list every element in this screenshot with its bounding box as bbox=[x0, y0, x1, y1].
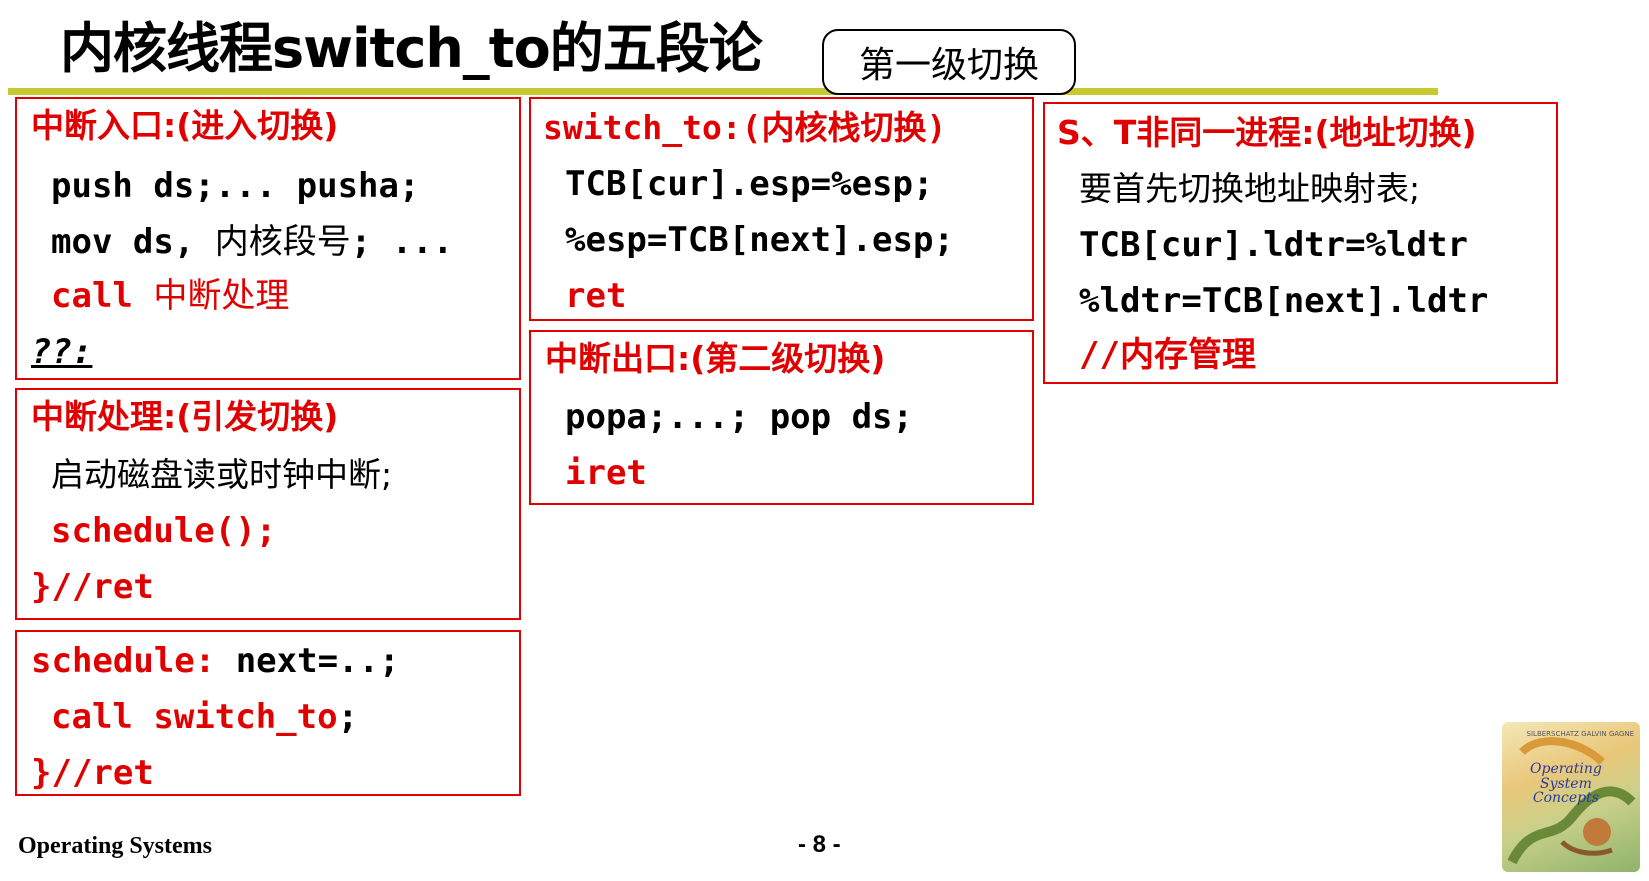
callout-first-level-switch: 第一级切换 bbox=[822, 29, 1076, 95]
schedule-line-3: }//ret bbox=[31, 753, 154, 793]
interrupt-entry-line-3: call 中断处理 bbox=[51, 276, 290, 316]
switch-to-line-2: %esp=TCB[next].esp; bbox=[565, 220, 954, 260]
slide-title: 内核线程switch_to的五段论 bbox=[60, 17, 763, 80]
book-cover-image: SILBERSCHATZ GALVIN GAGNE Operating Syst… bbox=[1502, 722, 1640, 872]
footer-course-name: Operating Systems bbox=[18, 833, 212, 859]
interrupt-entry-line-2: mov ds, 内核段号; ... bbox=[51, 222, 454, 262]
box-address-switch: S、T非同一进程:(地址切换) 要首先切换地址映射表; TCB[cur].ldt… bbox=[1043, 102, 1558, 384]
address-switch-line-3: %ldtr=TCB[next].ldtr bbox=[1079, 281, 1489, 321]
interrupt-entry-line-1: push ds;... pusha; bbox=[51, 166, 420, 206]
box-interrupt-entry: 中断入口:(进入切换) push ds;... pusha; mov ds, 内… bbox=[15, 97, 521, 380]
page-number: - 8 - bbox=[798, 831, 841, 858]
switch-to-line-3: ret bbox=[565, 276, 627, 316]
book-cover-title: Operating System Concepts bbox=[1530, 761, 1602, 807]
switch-to-heading: switch_to:(内核栈切换) bbox=[543, 108, 947, 147]
address-switch-line-1: 要首先切换地址映射表; bbox=[1079, 169, 1421, 208]
interrupt-entry-heading: 中断入口:(进入切换) bbox=[31, 106, 339, 145]
interrupt-exit-line-2: iret bbox=[565, 453, 647, 493]
book-cover-authors: SILBERSCHATZ GALVIN GAGNE bbox=[1526, 730, 1634, 738]
title-divider bbox=[8, 88, 1438, 95]
box-switch-to: switch_to:(内核栈切换) TCB[cur].esp=%esp; %es… bbox=[529, 97, 1034, 321]
return-label: ??: bbox=[31, 332, 93, 372]
interrupt-handler-heading: 中断处理:(引发切换) bbox=[31, 397, 339, 436]
interrupt-handler-line-1: 启动磁盘读或时钟中断; bbox=[51, 455, 393, 494]
interrupt-handler-line-3: }//ret bbox=[31, 567, 154, 607]
address-switch-line-2: TCB[cur].ldtr=%ldtr bbox=[1079, 225, 1468, 265]
address-switch-heading: S、T非同一进程:(地址切换) bbox=[1057, 113, 1477, 152]
interrupt-exit-line-1: popa;...; pop ds; bbox=[565, 397, 913, 437]
box-interrupt-exit: 中断出口:(第二级切换) popa;...; pop ds; iret bbox=[529, 330, 1034, 505]
interrupt-handler-line-2: schedule(); bbox=[51, 511, 277, 551]
box-interrupt-handler: 中断处理:(引发切换) 启动磁盘读或时钟中断; schedule(); }//r… bbox=[15, 388, 521, 620]
interrupt-exit-heading: 中断出口:(第二级切换) bbox=[545, 339, 886, 378]
schedule-line-1: schedule: next=..; bbox=[31, 641, 400, 681]
address-switch-line-4: //内存管理 bbox=[1079, 335, 1256, 375]
switch-to-line-1: TCB[cur].esp=%esp; bbox=[565, 164, 934, 204]
box-schedule: schedule: next=..; call switch_to; }//re… bbox=[15, 630, 521, 796]
schedule-line-2: call switch_to; bbox=[51, 697, 359, 737]
